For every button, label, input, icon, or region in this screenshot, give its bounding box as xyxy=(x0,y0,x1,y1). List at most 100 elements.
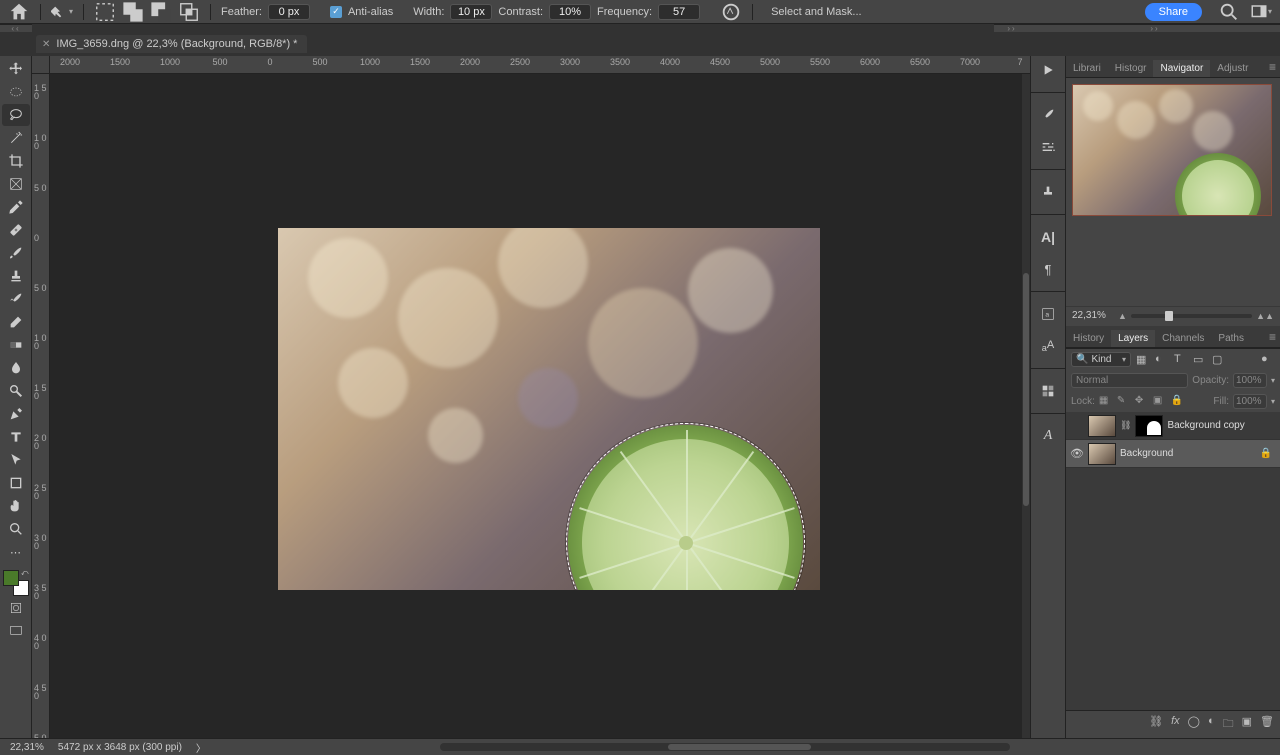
link-icon[interactable]: ⛓ xyxy=(1120,420,1131,431)
left-expand-handle[interactable]: ‹‹ xyxy=(0,24,32,32)
status-chevron-icon[interactable]: 〉 xyxy=(196,740,206,755)
vertical-scrollbar[interactable] xyxy=(1022,74,1030,738)
shape-tool[interactable] xyxy=(2,472,30,494)
more-tools[interactable]: ⋯ xyxy=(2,541,30,563)
new-selection-icon[interactable] xyxy=(94,2,116,22)
lock-artboard-icon[interactable]: ▣ xyxy=(1153,395,1167,409)
tab-navigator[interactable]: Navigator xyxy=(1153,60,1210,77)
zoom-in-icon[interactable]: ▲▲ xyxy=(1256,311,1274,321)
layer-row[interactable]: ⛓ Background copy xyxy=(1066,412,1280,440)
layer-name[interactable]: Background xyxy=(1120,448,1256,459)
blend-mode-select[interactable]: Normal xyxy=(1071,373,1188,388)
document-tab[interactable]: ✕ IMG_3659.dng @ 22,3% (Background, RGB/… xyxy=(36,35,307,53)
type-tool[interactable] xyxy=(2,426,30,448)
tab-layers[interactable]: Layers xyxy=(1111,330,1155,347)
visibility-toggle[interactable]: 👁 xyxy=(1070,447,1084,460)
home-icon[interactable] xyxy=(8,2,30,22)
tab-channels[interactable]: Channels xyxy=(1155,330,1211,347)
contrast-input[interactable] xyxy=(549,4,591,20)
layer-name[interactable]: Background copy xyxy=(1167,420,1276,431)
wand-tool[interactable] xyxy=(2,127,30,149)
antialias-checkbox[interactable] xyxy=(330,6,342,18)
panel-menu-icon[interactable]: ≡ xyxy=(1265,57,1280,77)
move-tool[interactable] xyxy=(2,58,30,80)
new-layer-icon[interactable]: ▣ xyxy=(1242,715,1252,734)
eraser-tool[interactable] xyxy=(2,311,30,333)
layer-row[interactable]: 👁 Background 🔒 xyxy=(1066,440,1280,468)
fill-input[interactable] xyxy=(1233,394,1267,409)
layer-thumbnail[interactable] xyxy=(1088,415,1116,437)
screenmode-tool[interactable] xyxy=(2,620,30,642)
horizontal-scrollbar[interactable] xyxy=(440,743,1010,751)
character-icon[interactable]: A| xyxy=(1036,227,1060,247)
hand-tool[interactable] xyxy=(2,495,30,517)
stamp-tool[interactable] xyxy=(2,265,30,287)
lock-position-icon[interactable]: ✥ xyxy=(1135,395,1149,409)
type-styles-icon[interactable]: A xyxy=(1036,426,1060,446)
glyphs-icon[interactable]: a xyxy=(1036,304,1060,324)
quickmask-tool[interactable] xyxy=(2,597,30,619)
delete-icon[interactable]: 🗑 xyxy=(1260,715,1274,734)
tab-adjustments[interactable]: Adjustr xyxy=(1210,60,1255,77)
healing-tool[interactable] xyxy=(2,219,30,241)
filter-toggle-icon[interactable]: ● xyxy=(1261,353,1275,367)
lock-transparency-icon[interactable]: ▦ xyxy=(1099,395,1113,409)
filter-pixel-icon[interactable]: ▦ xyxy=(1136,353,1150,367)
tab-paths[interactable]: Paths xyxy=(1211,330,1251,347)
path-select-tool[interactable] xyxy=(2,449,30,471)
navigator-thumbnail[interactable] xyxy=(1072,84,1272,216)
tool-preset-icon[interactable]: ▾ xyxy=(51,2,73,22)
history-brush-tool[interactable] xyxy=(2,288,30,310)
group-icon[interactable]: 🗀 xyxy=(1223,715,1234,734)
filter-shape-icon[interactable]: ▭ xyxy=(1193,353,1207,367)
subtract-selection-icon[interactable] xyxy=(150,2,172,22)
intersect-selection-icon[interactable] xyxy=(178,2,200,22)
adjustments-icon[interactable] xyxy=(1036,137,1060,157)
status-zoom[interactable]: 22,31% xyxy=(10,742,44,753)
gradient-tool[interactable] xyxy=(2,334,30,356)
char-style-icon[interactable]: aA xyxy=(1036,336,1060,356)
brush-settings-icon[interactable] xyxy=(1036,105,1060,125)
zoom-slider[interactable] xyxy=(1131,314,1252,318)
crop-tool[interactable] xyxy=(2,150,30,172)
select-and-mask-button[interactable]: Select and Mask... xyxy=(763,4,870,20)
link-layers-icon[interactable]: ⛓ xyxy=(1149,715,1163,734)
mask-icon[interactable]: ◯ xyxy=(1188,715,1200,734)
lasso-tool[interactable] xyxy=(2,104,30,126)
frame-tool[interactable] xyxy=(2,173,30,195)
color-swatches[interactable]: ⤺ xyxy=(3,570,29,596)
foreground-color[interactable] xyxy=(3,570,19,586)
layer-filter-kind[interactable]: 🔍Kind▾ xyxy=(1071,352,1131,367)
canvas-area[interactable]: 2000150010005000500100015002000250030003… xyxy=(32,56,1030,738)
right-expand-handle[interactable]: ›› xyxy=(1030,24,1280,32)
paragraph-icon[interactable]: ¶ xyxy=(1036,259,1060,279)
tab-libraries[interactable]: Librari xyxy=(1066,60,1108,77)
eyedropper-tool[interactable] xyxy=(2,196,30,218)
filter-adjust-icon[interactable]: ◐ xyxy=(1155,353,1169,367)
fx-icon[interactable]: fx xyxy=(1171,715,1180,734)
clone-source-icon[interactable] xyxy=(1036,182,1060,202)
brush-tool[interactable] xyxy=(2,242,30,264)
tab-history[interactable]: History xyxy=(1066,330,1111,347)
layers-menu-icon[interactable]: ≡ xyxy=(1265,327,1280,347)
pen-pressure-icon[interactable] xyxy=(720,2,742,22)
adjustment-icon[interactable]: ◐ xyxy=(1208,715,1215,734)
blur-tool[interactable] xyxy=(2,357,30,379)
tab-histogram[interactable]: Histogr xyxy=(1108,60,1154,77)
play-icon[interactable] xyxy=(1036,60,1060,80)
document-canvas[interactable] xyxy=(278,228,820,590)
frequency-input[interactable] xyxy=(658,4,700,20)
filter-smart-icon[interactable]: ▢ xyxy=(1212,353,1226,367)
dodge-tool[interactable] xyxy=(2,380,30,402)
pen-tool[interactable] xyxy=(2,403,30,425)
share-button[interactable]: Share xyxy=(1145,3,1202,21)
close-icon[interactable]: ✕ xyxy=(42,39,50,50)
width-input[interactable] xyxy=(450,4,492,20)
mask-thumbnail[interactable] xyxy=(1135,415,1163,437)
zoom-out-icon[interactable]: ▲ xyxy=(1118,311,1127,321)
zoom-tool[interactable] xyxy=(2,518,30,540)
workspace-icon[interactable]: ▾ xyxy=(1250,2,1272,22)
zoom-readout[interactable]: 22,31% xyxy=(1072,310,1114,321)
swatches-icon[interactable] xyxy=(1036,381,1060,401)
filter-type-icon[interactable]: T xyxy=(1174,353,1188,367)
